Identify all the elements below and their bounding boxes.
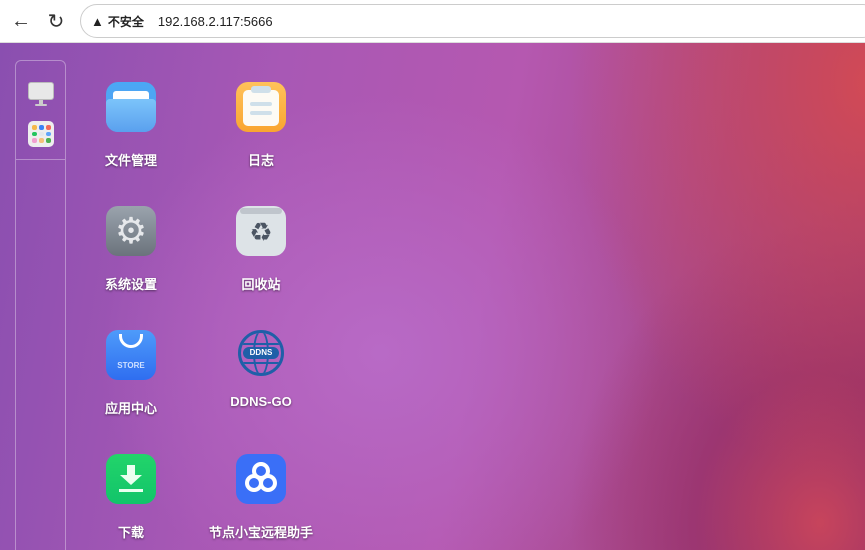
browser-toolbar: ← ↻ ▲ 不安全 192.168.2.117:5666 xyxy=(0,0,865,43)
app-ddns-go[interactable]: DDNS DDNS-GO xyxy=(201,330,321,409)
folder-icon xyxy=(106,82,156,132)
store-icon: STORE xyxy=(106,330,156,380)
back-button[interactable]: ← xyxy=(8,8,34,34)
log-icon xyxy=(236,82,286,132)
store-icon-text: STORE xyxy=(117,361,145,370)
reload-button[interactable]: ↻ xyxy=(43,8,69,34)
sidebar xyxy=(15,60,66,550)
warning-icon: ▲ xyxy=(91,13,104,29)
address-bar[interactable]: ▲ 不安全 192.168.2.117:5666 xyxy=(80,4,865,38)
app-label: 节点小宝远程助手 xyxy=(208,525,313,540)
app-label: 下载 xyxy=(117,525,144,540)
app-grid-icon[interactable] xyxy=(28,121,54,147)
app-label: 文件管理 xyxy=(104,153,157,168)
ddns-icon-text: DDNS xyxy=(243,347,279,359)
app-label: 回收站 xyxy=(241,277,281,292)
url-text[interactable]: 192.168.2.117:5666 xyxy=(158,14,273,29)
app-file-manager[interactable]: 文件管理 xyxy=(71,82,191,169)
app-label: DDNS-GO xyxy=(230,394,292,409)
sidebar-divider xyxy=(16,159,65,160)
recycle-bin-icon: ♻ xyxy=(236,206,286,256)
security-label[interactable]: 不安全 xyxy=(108,13,144,30)
app-label: 应用中心 xyxy=(104,401,157,416)
desktop-monitor-icon[interactable] xyxy=(28,81,54,107)
desktop: 文件管理 日志 ⚙ 系统设置 ♻ 回收站 STORE 应用中心 DDNS DDN… xyxy=(0,43,865,550)
app-remote-assistant[interactable]: 节点小宝远程助手 xyxy=(201,454,321,541)
app-download[interactable]: 下载 xyxy=(71,454,191,541)
download-icon xyxy=(106,454,156,504)
reload-icon: ↻ xyxy=(47,10,65,33)
app-store[interactable]: STORE 应用中心 xyxy=(71,330,191,417)
app-settings[interactable]: ⚙ 系统设置 xyxy=(71,206,191,293)
app-recycle-bin[interactable]: ♻ 回收站 xyxy=(201,206,321,293)
app-label: 系统设置 xyxy=(104,277,157,292)
app-label: 日志 xyxy=(247,153,274,168)
settings-icon: ⚙ xyxy=(106,206,156,256)
ddns-icon: DDNS xyxy=(238,330,284,376)
remote-assistant-icon xyxy=(236,454,286,504)
back-arrow-icon: ← xyxy=(11,9,31,32)
app-log[interactable]: 日志 xyxy=(201,82,321,169)
